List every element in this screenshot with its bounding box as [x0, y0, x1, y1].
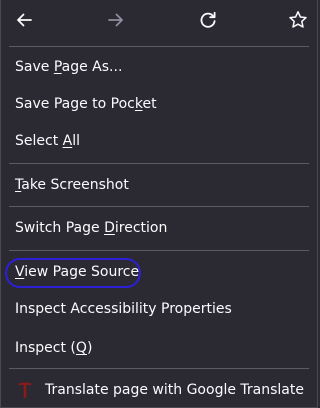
star-icon	[289, 11, 307, 28]
google-translate-t-icon	[17, 380, 33, 400]
menu-item-translate-page[interactable]: Translate page with Google Translate	[1, 372, 317, 408]
separator	[9, 206, 309, 207]
separator	[9, 250, 309, 251]
context-menu: Save Page As... Save Page to Pocket Sele…	[0, 0, 318, 408]
menu-item-label: Translate page with Google Translate	[45, 382, 304, 398]
menu-item-save-page-as[interactable]: Save Page As...	[1, 49, 317, 85]
menu-item-select-all[interactable]: Select All	[1, 123, 317, 159]
menu-item-label: Save Page As...	[15, 59, 123, 75]
separator	[9, 368, 309, 369]
navigation-row	[1, 0, 317, 40]
reload-button[interactable]	[188, 0, 228, 40]
menu-item-save-page-to-pocket[interactable]: Save Page to Pocket	[1, 86, 317, 122]
separator	[9, 46, 309, 47]
menu-item-label: Switch Page Direction	[15, 220, 168, 236]
menu-item-label: Take Screenshot	[15, 177, 129, 193]
bookmark-button[interactable]	[278, 0, 318, 40]
separator	[9, 163, 309, 164]
menu-item-label: Inspect (Q)	[15, 340, 93, 356]
highlight-annotation	[5, 258, 141, 288]
menu-item-label: Select All	[15, 133, 80, 149]
arrow-right-icon	[108, 13, 123, 27]
menu-item-label: Save Page to Pocket	[15, 96, 157, 112]
menu-item-inspect[interactable]: Inspect (Q)	[1, 330, 317, 366]
menu-item-label: Inspect Accessibility Properties	[15, 301, 232, 317]
reload-icon	[200, 11, 216, 28]
arrow-left-icon	[17, 13, 32, 27]
menu-item-switch-page-direction[interactable]: Switch Page Direction	[1, 210, 317, 246]
menu-item-inspect-accessibility-properties[interactable]: Inspect Accessibility Properties	[1, 291, 317, 327]
forward-button[interactable]	[96, 0, 136, 40]
menu-item-take-screenshot[interactable]: Take Screenshot	[1, 167, 317, 203]
back-button[interactable]	[4, 0, 44, 40]
